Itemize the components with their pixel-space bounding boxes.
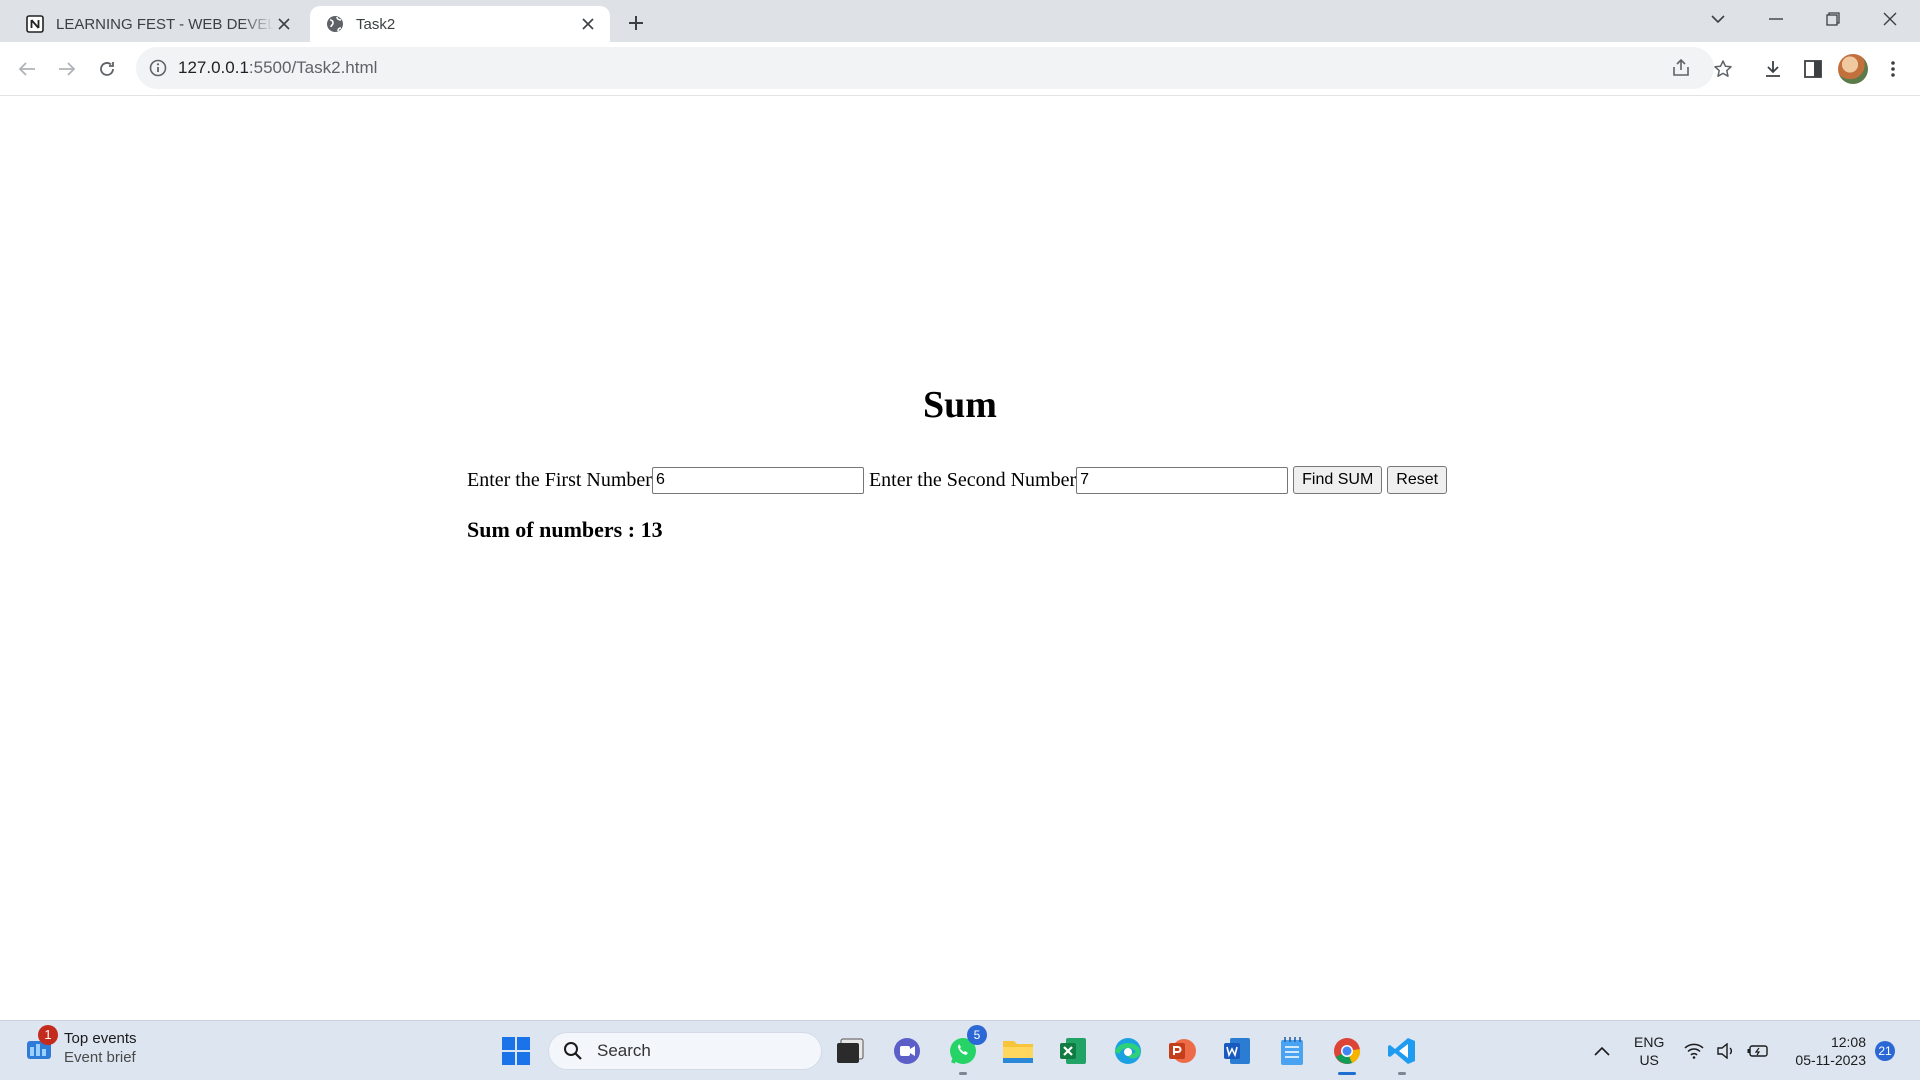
system-clock[interactable]: 12:08 05-11-2023 <box>1784 1033 1866 1069</box>
browser-tab-strip: LEARNING FEST - WEB DEVELOPER Task2 <box>0 0 1920 42</box>
more-menu-icon[interactable] <box>1880 56 1906 82</box>
profile-avatar[interactable] <box>1838 54 1868 84</box>
sum-form: Enter the First Number Enter the Second … <box>467 466 1448 494</box>
restore-icon <box>1826 12 1840 26</box>
volume-icon[interactable] <box>1712 1033 1740 1069</box>
bookmark-star-icon[interactable] <box>1710 56 1736 82</box>
file-explorer-icon[interactable] <box>1000 1033 1036 1069</box>
lang-line1: ENG <box>1634 1034 1665 1050</box>
word-icon[interactable] <box>1219 1033 1255 1069</box>
reset-button[interactable]: Reset <box>1387 466 1448 494</box>
search-placeholder: Search <box>597 1041 651 1060</box>
start-button[interactable] <box>498 1033 534 1069</box>
search-icon <box>564 1042 582 1060</box>
taskbar: 1 Top events Event brief Search 5 ENG US… <box>0 1020 1920 1080</box>
notification-badge[interactable]: 21 <box>1875 1041 1895 1061</box>
whatsapp-badge: 5 <box>967 1025 987 1045</box>
tab-learning-fest[interactable]: LEARNING FEST - WEB DEVELOPER <box>8 6 306 42</box>
close-window-button[interactable] <box>1862 0 1918 38</box>
show-hidden-icons[interactable] <box>1584 1033 1620 1069</box>
chevron-down-icon <box>1711 15 1725 23</box>
running-indicator <box>1338 1072 1356 1075</box>
close-icon <box>1883 12 1897 26</box>
whatsapp-icon[interactable]: 5 <box>945 1025 987 1075</box>
powerpoint-icon[interactable] <box>1164 1033 1200 1069</box>
widgets-icon: 1 <box>24 1025 58 1063</box>
plus-icon <box>629 16 643 30</box>
widgets-badge: 1 <box>38 1025 58 1045</box>
find-sum-button[interactable]: Find SUM <box>1293 466 1383 494</box>
widget-subtitle: Event brief <box>64 1049 136 1066</box>
vscode-icon[interactable] <box>1384 1033 1420 1075</box>
widgets-button[interactable]: 1 Top events Event brief <box>24 1025 137 1067</box>
second-number-input[interactable] <box>1076 466 1289 494</box>
globe-icon <box>327 16 343 32</box>
battery-icon[interactable] <box>1744 1033 1772 1069</box>
widget-title: Top events <box>64 1030 137 1047</box>
side-panel-icon[interactable] <box>1800 56 1826 82</box>
tab-title: Task2 <box>356 15 396 33</box>
page-heading: Sum <box>923 384 997 426</box>
chevron-up-icon <box>1594 1046 1610 1056</box>
excel-icon[interactable] <box>1055 1033 1091 1069</box>
url-host: 127.0.0.1 <box>178 58 249 77</box>
first-number-label: Enter the First Number <box>467 468 652 491</box>
info-icon[interactable] <box>148 58 168 78</box>
second-number-label: Enter the Second Number <box>868 468 1077 491</box>
share-icon[interactable] <box>1670 57 1692 79</box>
tab-task2[interactable]: Task2 <box>310 6 610 42</box>
new-tab-button[interactable] <box>622 9 650 37</box>
clock-date: 05-11-2023 <box>1795 1052 1866 1068</box>
reload-button[interactable] <box>91 53 123 85</box>
page-content: Sum Enter the First Number Enter the Sec… <box>0 97 1920 1020</box>
chrome-icon[interactable] <box>1329 1033 1365 1075</box>
download-icon[interactable] <box>1760 56 1786 82</box>
teams-chat-icon[interactable] <box>889 1033 925 1069</box>
restore-button[interactable] <box>1805 0 1861 38</box>
reload-icon <box>100 62 114 76</box>
arrow-right-icon <box>59 62 76 76</box>
language-indicator[interactable]: ENG US <box>1634 1033 1664 1069</box>
first-number-input[interactable] <box>651 466 864 494</box>
tab-title: LEARNING FEST - WEB DEVELOPER <box>56 15 274 33</box>
browser-toolbar: 127.0.0.1:5500/Task2.html <box>0 42 1920 96</box>
taskbar-search[interactable]: Search <box>548 1032 822 1070</box>
tab-search-button[interactable] <box>1690 0 1746 38</box>
back-button[interactable] <box>11 53 43 85</box>
windows-logo-icon <box>502 1037 530 1065</box>
edge-icon[interactable] <box>1110 1033 1146 1069</box>
lang-line2: US <box>1639 1052 1659 1068</box>
address-bar[interactable]: 127.0.0.1:5500/Task2.html <box>136 47 1714 89</box>
running-indicator <box>959 1072 967 1075</box>
close-tab-icon[interactable] <box>578 14 598 34</box>
running-indicator <box>1398 1072 1406 1075</box>
url-path: :5500/Task2.html <box>248 58 378 77</box>
task-view-icon[interactable] <box>832 1033 868 1069</box>
clock-time: 12:08 <box>1830 1034 1866 1050</box>
arrow-left-icon <box>18 62 35 76</box>
forward-button[interactable] <box>51 53 83 85</box>
minimize-icon <box>1769 18 1783 20</box>
notion-icon <box>26 15 44 33</box>
minimize-button[interactable] <box>1748 0 1804 38</box>
close-tab-icon[interactable] <box>274 14 294 34</box>
notepad-icon[interactable] <box>1274 1033 1310 1069</box>
url-text[interactable]: 127.0.0.1:5500/Task2.html <box>178 47 377 89</box>
sum-result: Sum of numbers : 13 <box>467 517 663 542</box>
wifi-icon[interactable] <box>1680 1033 1708 1069</box>
